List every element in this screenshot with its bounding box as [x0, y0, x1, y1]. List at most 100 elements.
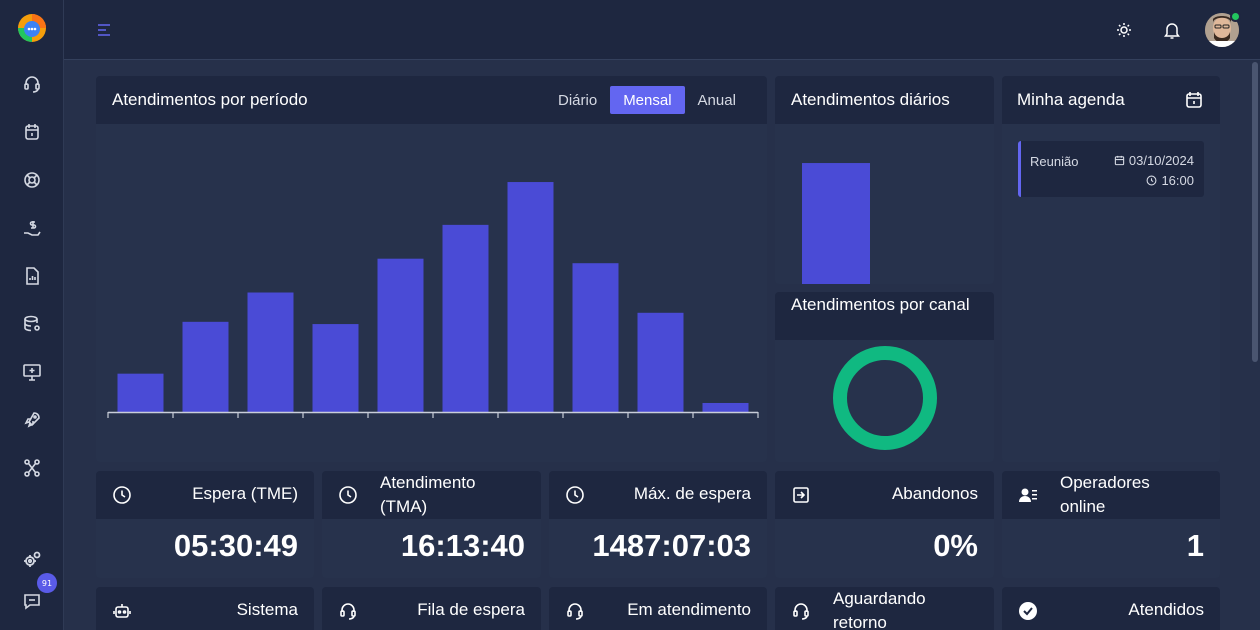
period-chart-header: Atendimentos por período Diário Mensal A… [96, 76, 767, 124]
stat-value: 05:30:49 [173, 528, 298, 563]
stat-card-header: Espera (TME) [96, 471, 314, 519]
clock-icon [112, 485, 132, 505]
stat-card-header: Em atendimento [549, 587, 767, 630]
stat-card-abandons: Abandonos 0% [775, 471, 994, 578]
chart-bar [247, 292, 294, 412]
exit-icon [791, 485, 811, 505]
period-bar-chart [107, 182, 759, 418]
donut-slice [833, 346, 937, 450]
stat-label: Aguardando retorno [833, 589, 926, 630]
stat-card-header: Atendidos [1002, 587, 1220, 630]
stat-card-header: Operadores online [1002, 471, 1220, 519]
topbar [64, 0, 1260, 60]
chart-bar [312, 324, 359, 412]
agenda-item-label: Reunião [1030, 154, 1079, 169]
headset-icon [338, 601, 358, 621]
clock-icon [565, 485, 585, 505]
clock-icon [338, 485, 358, 505]
agenda-title: Minha agenda [1017, 90, 1125, 109]
chart-bar [702, 402, 749, 412]
channel-donut-chart [833, 346, 937, 450]
calendar-icon[interactable] [1185, 91, 1203, 109]
headset-icon [565, 601, 585, 621]
agenda-header: Minha agenda [1002, 76, 1220, 124]
workflow-icon[interactable] [20, 456, 44, 480]
agenda-card: Minha agenda Reunião 03/10/2024 16:00 [1002, 76, 1220, 462]
stat-label: Atendidos [1128, 600, 1204, 619]
chart-bar [572, 263, 619, 412]
period-chart-card: Atendimentos por período Diário Mensal A… [96, 76, 767, 462]
daily-chart-header: Atendimentos diários [775, 76, 994, 124]
bell-icon[interactable] [1162, 20, 1182, 40]
headset-icon [791, 601, 811, 621]
daily-bar-chart [802, 163, 870, 284]
stat-label: Máx. de espera [633, 484, 751, 503]
stat-card-awaiting-return: Aguardando retorno [775, 587, 994, 630]
app-logo[interactable] [16, 12, 48, 44]
robot-icon [112, 601, 132, 621]
agenda-time-text: 16:00 [1161, 173, 1194, 188]
lifebuoy-icon[interactable] [20, 168, 44, 192]
headset-icon[interactable] [20, 72, 44, 96]
channel-chart-header: Atendimentos por canal [775, 292, 994, 340]
period-chart-title: Atendimentos por período [112, 90, 308, 109]
chart-bar [117, 373, 164, 412]
money-hand-icon[interactable] [20, 216, 44, 240]
daily-chart-card: Atendimentos diários [775, 76, 994, 284]
gears-icon[interactable] [20, 548, 44, 572]
stat-card-answered: Atendidos [1002, 587, 1220, 630]
online-status-dot [1230, 11, 1241, 22]
chart-bar [637, 312, 684, 412]
stat-card-queue: Fila de espera [322, 587, 541, 630]
stat-card-operators: Operadores online 1 [1002, 471, 1220, 578]
menu-icon[interactable] [96, 22, 112, 38]
stat-value: 1487:07:03 [592, 528, 751, 563]
stat-card-in-service: Em atendimento [549, 587, 767, 630]
daily-chart-title: Atendimentos diários [791, 90, 950, 109]
stat-value: 1 [1186, 528, 1204, 563]
calendar-small-icon [1114, 155, 1125, 166]
sun-icon[interactable] [1114, 20, 1134, 40]
report-icon[interactable] [20, 264, 44, 288]
stat-card-tma: Atendimento (TMA) 16:13:40 [322, 471, 541, 578]
stat-label: Em atendimento [627, 600, 751, 619]
database-settings-icon[interactable] [20, 312, 44, 336]
calendar-icon[interactable] [20, 120, 44, 144]
stat-card-header: Abandonos [775, 471, 994, 519]
stat-card-header: Atendimento (TMA) [322, 471, 541, 519]
channel-chart-title: Atendimentos por canal [791, 295, 970, 314]
stat-card-max-wait: Máx. de espera 1487:07:03 [549, 471, 767, 578]
stat-label: Fila de espera [417, 600, 525, 619]
stat-card-header: Fila de espera [322, 587, 541, 630]
stat-label: Abandonos [891, 484, 978, 503]
tab-mensal[interactable]: Mensal [610, 86, 685, 114]
chat-icon[interactable] [20, 589, 44, 613]
stat-card-header: Aguardando retorno [775, 587, 994, 630]
period-tabs: Diário Mensal Anual [545, 86, 749, 114]
tab-anual[interactable]: Anual [685, 86, 749, 114]
sidebar: 91 [0, 0, 64, 630]
stat-card-sistema: Sistema [96, 587, 314, 630]
stat-card-header: Máx. de espera [549, 471, 767, 519]
chat-badge: 91 [37, 573, 57, 593]
stat-card-header: Sistema [96, 587, 314, 630]
clock-small-icon [1147, 175, 1157, 186]
agenda-item-time: 16:00 [1146, 173, 1194, 188]
users-list-icon [1018, 485, 1038, 505]
stat-label: Sistema [236, 600, 298, 619]
rocket-icon[interactable] [20, 408, 44, 432]
check-circle-icon [1018, 601, 1038, 621]
monitor-plus-icon[interactable] [20, 360, 44, 384]
stat-value: 16:13:40 [400, 528, 525, 563]
chart-bar [442, 224, 489, 412]
channel-chart-card: Atendimentos por canal [775, 292, 994, 462]
agenda-item-date: 03/10/2024 [1114, 153, 1194, 168]
stat-label: Espera (TME) [192, 484, 298, 503]
chart-bar [802, 163, 870, 284]
agenda-item[interactable]: Reunião 03/10/2024 16:00 [1018, 141, 1204, 197]
tab-diario[interactable]: Diário [545, 86, 610, 114]
chart-bar [182, 321, 229, 412]
scrollbar-thumb[interactable] [1252, 62, 1258, 362]
agenda-date-text: 03/10/2024 [1128, 153, 1194, 168]
chart-bar [377, 258, 424, 412]
